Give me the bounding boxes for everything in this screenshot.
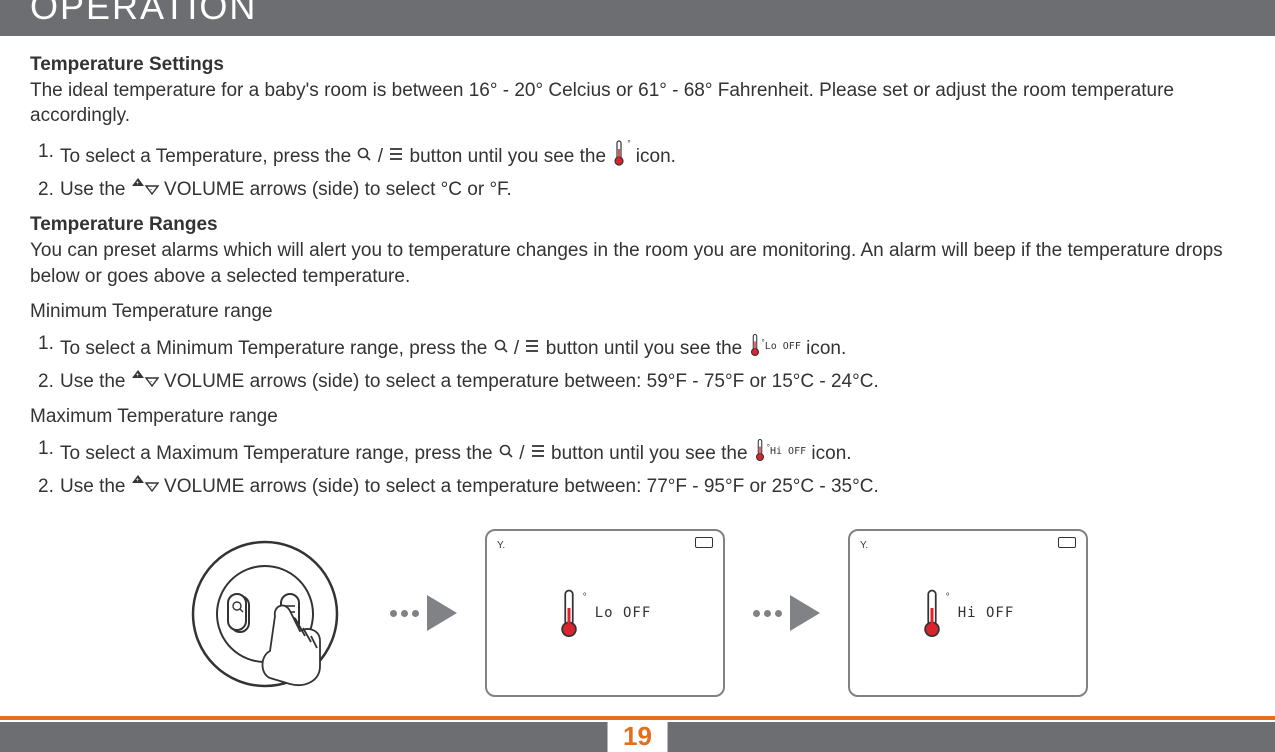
step-text: Use the [60,179,131,200]
step-number: 2. [38,474,54,500]
step-text: To select a Maximum Temperature range, p… [60,443,498,464]
step-text: VOLUME arrows (side) to select a tempera… [164,371,879,392]
temp-settings-steps: 1. To select a Temperature, press the / … [30,139,1245,202]
step-number: 1. [38,331,54,357]
step-text: VOLUME arrows (side) to select °C or °F. [164,179,512,200]
degree-mark: ° [583,591,587,605]
step-text: button until you see the [410,146,612,167]
battery-icon [695,537,713,548]
antenna-icon: Y. [860,539,868,553]
step-text: icon. [811,443,851,464]
slash: / [514,338,525,359]
step-item: 2. Use the + - VOLUME arrows (side) to s… [38,177,1245,203]
page-number: 19 [607,721,668,752]
step-item: 1. To select a Maximum Temperature range… [38,436,1245,472]
footer-accent-bar [0,716,1275,720]
step-item: 1. To select a Minimum Temperature range… [38,331,1245,367]
magnify-icon [493,336,509,362]
degree-mark: ° [946,591,950,605]
step-text: Use the [60,476,131,497]
screen-content: ° Lo OFF [559,583,652,643]
menu-icon [530,441,546,467]
screen-content: ° Hi OFF [922,583,1015,643]
min-temp-steps: 1. To select a Minimum Temperature range… [30,331,1245,394]
arrow-progression-icon [390,595,457,631]
antenna-icon: Y. [497,539,505,553]
step-item: 1. To select a Temperature, press the / … [38,139,1245,175]
thermometer-lo-off-icon: °Lo OFF [748,331,801,367]
screen-preview-hi: Y. ° Hi OFF [848,529,1088,697]
step-text: To select a Minimum Temperature range, p… [60,338,493,359]
volume-arrows-icon: + - [131,369,159,395]
menu-icon [524,336,540,362]
volume-arrows-icon: + - [131,177,159,203]
min-temp-title: Minimum Temperature range [30,299,1245,325]
header-bar: OPERATION [0,0,1275,36]
section-title-temp-settings: Temperature Settings [30,52,1245,78]
step-item: 2. Use the + - VOLUME arrows (side) to s… [38,474,1245,500]
step-text: icon. [806,338,846,359]
step-number: 1. [38,139,54,165]
screen-preview-lo: Y. ° Lo OFF [485,529,725,697]
hand-press-illustration [187,536,362,691]
step-number: 1. [38,436,54,462]
step-text: button until you see the [551,443,753,464]
slash: / [519,443,530,464]
page-title: OPERATION [30,0,257,28]
temp-ranges-intro: You can preset alarms which will alert y… [30,238,1245,289]
max-temp-title: Maximum Temperature range [30,404,1245,430]
menu-icon [388,144,404,170]
thermometer-hi-off-icon: °Hi OFF [753,436,806,472]
magnify-icon [498,441,514,467]
step-number: 2. [38,369,54,395]
temp-settings-intro: The ideal temperature for a baby's room … [30,78,1245,129]
thermometer-icon: ° [611,139,630,175]
magnify-icon [356,144,372,170]
battery-icon [1058,537,1076,548]
svg-text:+: + [135,477,139,484]
section-title-temp-ranges: Temperature Ranges [30,212,1245,238]
svg-text:+: + [135,372,139,379]
step-text: icon. [636,146,676,167]
volume-arrows-icon: + - [131,474,159,500]
step-text: VOLUME arrows (side) to select a tempera… [164,476,879,497]
step-text: To select a Temperature, press the [60,146,356,167]
arrow-progression-icon [753,595,820,631]
screen-label: Hi OFF [958,604,1015,623]
content-area: Temperature Settings The ideal temperatu… [0,36,1275,697]
max-temp-steps: 1. To select a Maximum Temperature range… [30,436,1245,499]
slash: / [378,146,389,167]
step-text: button until you see the [546,338,748,359]
svg-text:+: + [135,180,139,187]
step-text: Use the [60,371,131,392]
step-item: 2. Use the + - VOLUME arrows (side) to s… [38,369,1245,395]
step-number: 2. [38,177,54,203]
screen-label: Lo OFF [595,604,652,623]
instruction-diagram: Y. ° Lo OFF Y. [30,529,1245,697]
